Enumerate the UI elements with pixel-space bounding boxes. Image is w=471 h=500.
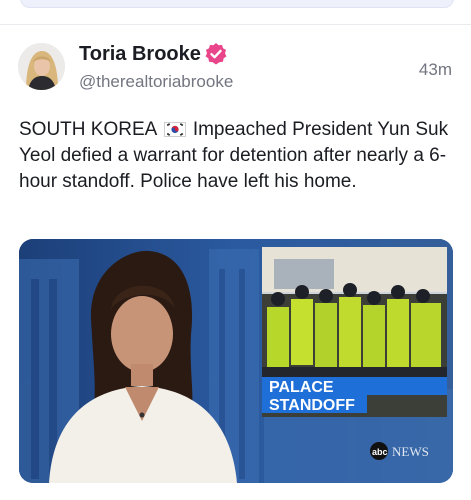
previous-post-card[interactable]	[20, 0, 454, 8]
author-name[interactable]: Toria Brooke	[79, 43, 201, 66]
network-logo-suffix: NEWS	[392, 444, 429, 459]
south-korea-flag-icon	[163, 122, 186, 137]
banner-line-2: STANDOFF	[269, 397, 355, 414]
divider	[0, 24, 471, 25]
verified-badge-icon	[205, 43, 227, 65]
post-text-lead: SOUTH KOREA	[19, 119, 157, 140]
post-body: SOUTH KOREA Impeached President Yun Suk …	[19, 117, 459, 195]
news-broadcast-frame: PALACE STANDOFF abc NEWS	[19, 239, 453, 483]
author-handle[interactable]: @therealtoriabrooke	[79, 72, 233, 92]
banner-line-1: PALACE	[269, 379, 334, 396]
network-logo: abc	[372, 447, 388, 457]
avatar[interactable]	[18, 43, 65, 90]
post-timestamp: 43m	[418, 60, 452, 79]
post-media-video[interactable]: PALACE STANDOFF abc NEWS	[19, 239, 453, 483]
previous-post-area	[0, 0, 471, 24]
